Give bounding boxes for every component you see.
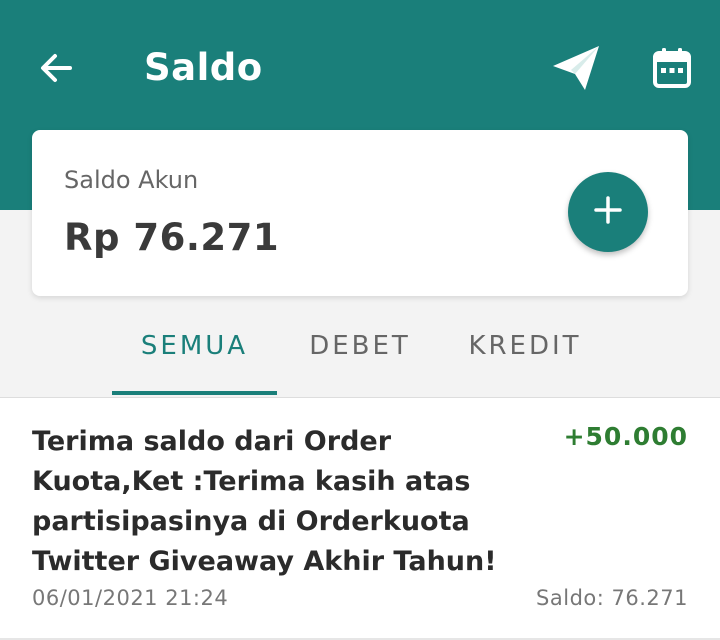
- paper-plane-icon: [551, 44, 601, 96]
- transaction-item[interactable]: Terima saldo dari Order Kuota,Ket :Terim…: [0, 398, 720, 638]
- calendar-button[interactable]: [648, 46, 696, 94]
- transaction-description: Terima saldo dari Order Kuota,Ket :Terim…: [32, 426, 497, 577]
- arrow-left-icon: [38, 50, 74, 90]
- tab-debet[interactable]: DEBET: [290, 296, 430, 396]
- transaction-balance: Saldo: 76.271: [536, 586, 688, 610]
- send-button[interactable]: [548, 44, 604, 96]
- balance-label: Saldo Akun: [64, 166, 199, 194]
- balance-card: Saldo Akun Rp 76.271: [32, 130, 688, 296]
- transaction-date: 06/01/2021 21:24: [32, 586, 229, 610]
- tab-semua[interactable]: SEMUA: [112, 296, 277, 396]
- transaction-amount: +50.000: [563, 422, 688, 451]
- tab-kredit[interactable]: KREDIT: [450, 296, 600, 396]
- back-button[interactable]: [36, 50, 76, 90]
- calendar-icon: [652, 47, 692, 93]
- active-tab-indicator: [112, 391, 277, 395]
- plus-icon: [593, 195, 623, 229]
- balance-amount: Rp 76.271: [64, 216, 280, 259]
- page-title: Saldo: [144, 46, 263, 89]
- add-balance-button[interactable]: [568, 172, 648, 252]
- transaction-tabs: SEMUA DEBET KREDIT: [0, 296, 720, 396]
